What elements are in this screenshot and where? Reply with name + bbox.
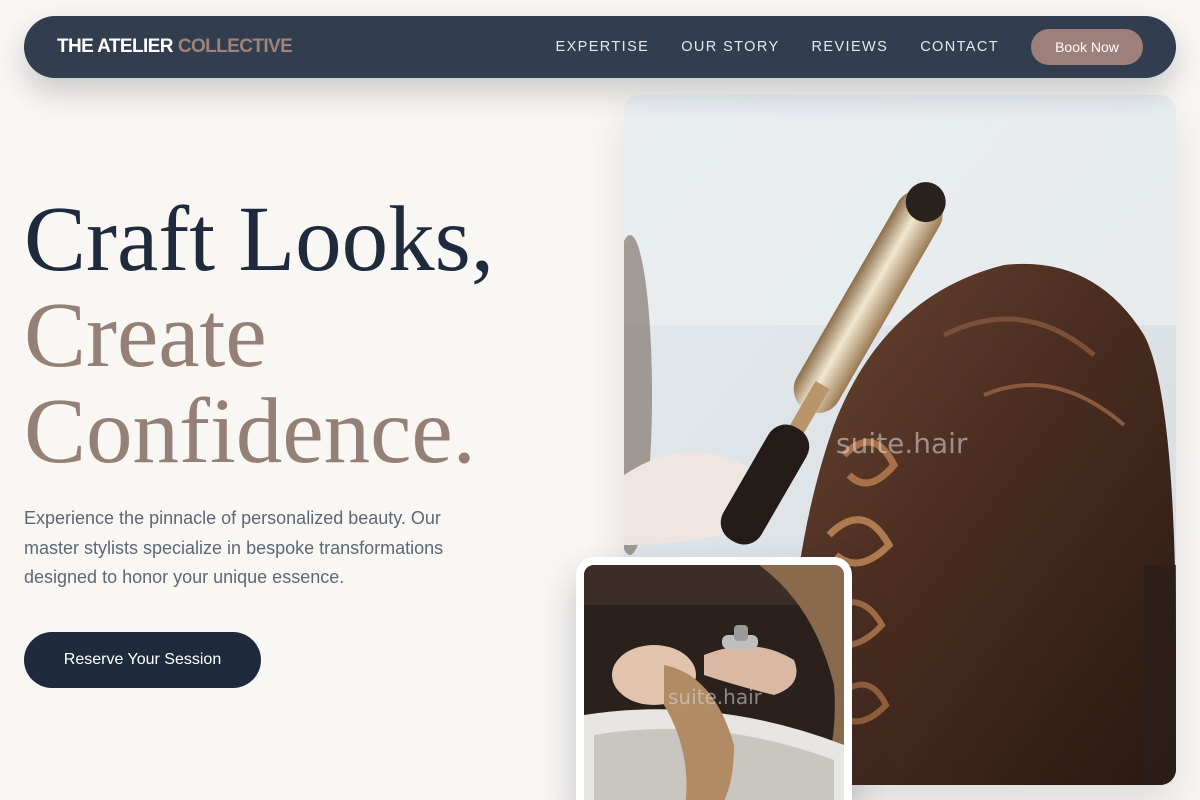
- brand-name-primary: THE ATELIER: [57, 36, 173, 57]
- hero-description: Experience the pinnacle of personalized …: [24, 508, 444, 587]
- nav-link-contact[interactable]: CONTACT: [920, 39, 999, 55]
- hero-inset-image: [584, 565, 844, 800]
- nav-menu: EXPERTISE OUR STORY REVIEWS CONTACT Book…: [556, 29, 1143, 65]
- reserve-session-button[interactable]: Reserve Your Session: [24, 632, 261, 688]
- hero-headline-line-3: Confidence.: [24, 380, 476, 483]
- brand-name-accent: COLLECTIVE: [177, 36, 293, 57]
- top-navigation: THE ATELIER COLLECTIVE EXPERTISE OUR STO…: [24, 16, 1176, 78]
- inset-image-frame: suite.hair: [576, 557, 852, 800]
- nav-link-our-story[interactable]: OUR STORY: [681, 39, 779, 55]
- book-now-button[interactable]: Book Now: [1031, 29, 1143, 65]
- brand-logo[interactable]: THE ATELIER COLLECTIVE: [57, 36, 293, 58]
- hero-headline: Craft Looks, Create Confidence.: [24, 192, 494, 480]
- hero-headline-line-1: Craft Looks,: [24, 188, 495, 291]
- nav-link-reviews[interactable]: REVIEWS: [812, 39, 889, 55]
- hero-headline-line-2: Create: [24, 284, 267, 387]
- page: THE ATELIER COLLECTIVE EXPERTISE OUR STO…: [0, 0, 1200, 800]
- nav-link-expertise[interactable]: EXPERTISE: [556, 39, 650, 55]
